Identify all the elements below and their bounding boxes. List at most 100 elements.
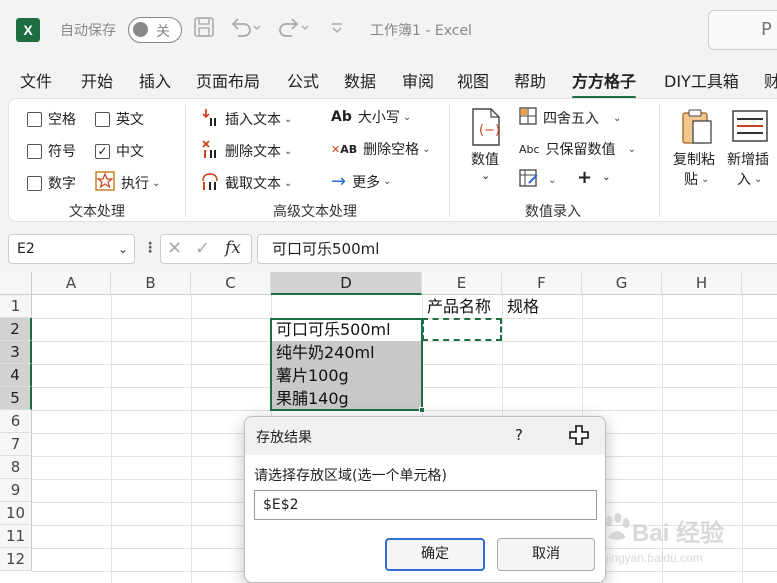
range-input[interactable]: $E$2: [254, 490, 597, 520]
cell-d4[interactable]: 薯片100g: [271, 364, 349, 387]
tab-review[interactable]: 审阅: [402, 68, 434, 92]
formula-bar: E2 ⌄ ⋮ ✕ ✓ fx 可口可乐500ml: [0, 232, 777, 266]
copy-paste-label-2: 贴 ⌄: [684, 172, 710, 188]
row-header-10[interactable]: 10: [0, 502, 32, 525]
confirm-icon[interactable]: ✓: [195, 238, 210, 259]
case-button[interactable]: Ab 大小写 ⌄: [331, 107, 411, 127]
row-header-5[interactable]: 5: [0, 387, 32, 410]
column-header-c[interactable]: C: [191, 272, 271, 295]
tab-diy-toolbox[interactable]: DIY工具箱: [664, 68, 739, 92]
document-title: 工作簿1 - Excel: [370, 23, 472, 39]
row-header-11[interactable]: 11: [0, 525, 32, 548]
checkbox-english[interactable]: 英文: [95, 109, 144, 129]
column-header-g[interactable]: G: [582, 272, 662, 295]
cancel-icon[interactable]: ✕: [167, 238, 182, 259]
tab-finance[interactable]: 财: [764, 68, 777, 92]
gridline: [662, 295, 663, 583]
list-insert-icon: [732, 110, 768, 142]
extract-text-icon: [201, 171, 219, 195]
tab-page-layout[interactable]: 页面布局: [196, 68, 260, 92]
row-header-12[interactable]: 12: [0, 548, 32, 571]
row-header-8[interactable]: 8: [0, 456, 32, 479]
cell-d2[interactable]: 可口可乐500ml: [271, 318, 391, 341]
diy-insert-label-2: 入 ⌄: [737, 172, 763, 188]
chevron-down-icon[interactable]: ⌄: [118, 235, 128, 263]
tab-formulas[interactable]: 公式: [287, 68, 319, 92]
autosave-label: 自动保存: [60, 23, 116, 39]
tab-home[interactable]: 开始: [81, 68, 113, 92]
number-entry-group-label: 数值录入: [525, 204, 581, 220]
ok-button[interactable]: 确定: [385, 538, 485, 571]
cell-f1[interactable]: 规格: [502, 295, 539, 318]
execute-button[interactable]: 执行 ⌄: [95, 171, 160, 195]
tab-fangfang[interactable]: 方方格子: [572, 68, 637, 99]
checkbox-chinese[interactable]: ✓ 中文: [95, 141, 144, 161]
checkbox-space[interactable]: 空格: [27, 109, 76, 129]
tab-insert[interactable]: 插入: [139, 68, 171, 92]
dialog-title: 存放结果: [256, 430, 312, 446]
row-header-9[interactable]: 9: [0, 479, 32, 502]
copy-paste-button[interactable]: [677, 107, 717, 151]
row-header-4[interactable]: 4: [0, 364, 32, 387]
checkbox-box: [95, 111, 110, 127]
extract-text-button[interactable]: 截取文本 ⌄: [201, 171, 292, 195]
formula-input[interactable]: 可口可乐500ml: [257, 234, 777, 264]
format-menu-button[interactable]: ⌄: [519, 169, 556, 191]
ribbon-tabs: 文件 开始 插入 页面布局 公式 数据 审阅 视图 帮助 方方格子 DIY工具箱…: [0, 62, 777, 99]
copy-paste-label-1: 复制粘: [673, 152, 715, 168]
tab-file[interactable]: 文件: [20, 68, 52, 92]
redo-icon[interactable]: [276, 16, 310, 43]
add-menu-button[interactable]: + ⌄: [577, 167, 610, 188]
tab-view[interactable]: 视图: [457, 68, 489, 92]
cell-d5[interactable]: 果脯140g: [271, 387, 349, 410]
undo-icon[interactable]: [228, 16, 262, 43]
more-button[interactable]: → 更多 ⌄: [331, 171, 391, 192]
name-box[interactable]: E2 ⌄: [8, 234, 135, 264]
column-header-a[interactable]: A: [32, 272, 111, 295]
number-big-button[interactable]: (−): [467, 107, 503, 151]
search-box[interactable]: P: [708, 10, 777, 50]
gridline: [742, 295, 743, 583]
checkbox-symbol[interactable]: 符号: [27, 141, 76, 161]
svg-text:(−): (−): [479, 123, 500, 138]
round-button[interactable]: 四舍五入 ⌄: [519, 107, 621, 129]
case-icon: Ab: [331, 109, 352, 125]
customize-qat-icon[interactable]: [330, 16, 344, 43]
row-header-6[interactable]: 6: [0, 410, 32, 433]
cancel-button[interactable]: 取消: [497, 538, 595, 571]
column-header-partial[interactable]: [742, 272, 777, 295]
row-header-2[interactable]: 2: [0, 318, 32, 341]
column-header-h[interactable]: H: [662, 272, 742, 295]
insert-text-button[interactable]: 插入文本 ⌄: [201, 107, 292, 131]
select-all-corner[interactable]: [0, 272, 32, 295]
dialog-header[interactable]: 存放结果 ?: [245, 417, 605, 455]
tab-help[interactable]: 帮助: [514, 68, 546, 92]
row-header-3[interactable]: 3: [0, 341, 32, 364]
column-header-d[interactable]: D: [271, 272, 422, 295]
diy-insert-button[interactable]: [731, 109, 771, 149]
column-header-b[interactable]: B: [111, 272, 191, 295]
gridline: [111, 295, 112, 583]
tab-data[interactable]: 数据: [344, 68, 376, 92]
number-dropdown-caret[interactable]: ⌄: [481, 169, 490, 182]
remove-space-button[interactable]: ✕AB 删除空格 ⌄: [331, 139, 431, 159]
row-header-1[interactable]: 1: [0, 295, 32, 318]
cell-d3[interactable]: 纯牛奶240ml: [271, 341, 375, 364]
group-separator: [659, 105, 660, 217]
row-header-7[interactable]: 7: [0, 433, 32, 456]
checkbox-box: [27, 175, 42, 191]
keep-value-button[interactable]: Abc 只保留数值 ⌄: [519, 139, 636, 159]
autosave-toggle[interactable]: 关: [128, 17, 182, 43]
column-header-f[interactable]: F: [502, 272, 582, 295]
save-icon[interactable]: [193, 16, 215, 43]
help-icon[interactable]: ?: [515, 426, 523, 444]
insert-function-icon[interactable]: fx: [225, 238, 241, 258]
number-big-label: 数值: [471, 152, 499, 168]
delete-text-button[interactable]: 删除文本 ⌄: [201, 139, 292, 163]
fill-handle[interactable]: [419, 407, 425, 413]
checkbox-number[interactable]: 数字: [27, 173, 76, 193]
more-options-icon[interactable]: ⋮: [143, 240, 157, 256]
checkmark-icon: ✓: [95, 143, 110, 159]
cell-e1[interactable]: 产品名称: [422, 295, 491, 318]
column-header-e[interactable]: E: [422, 272, 502, 295]
